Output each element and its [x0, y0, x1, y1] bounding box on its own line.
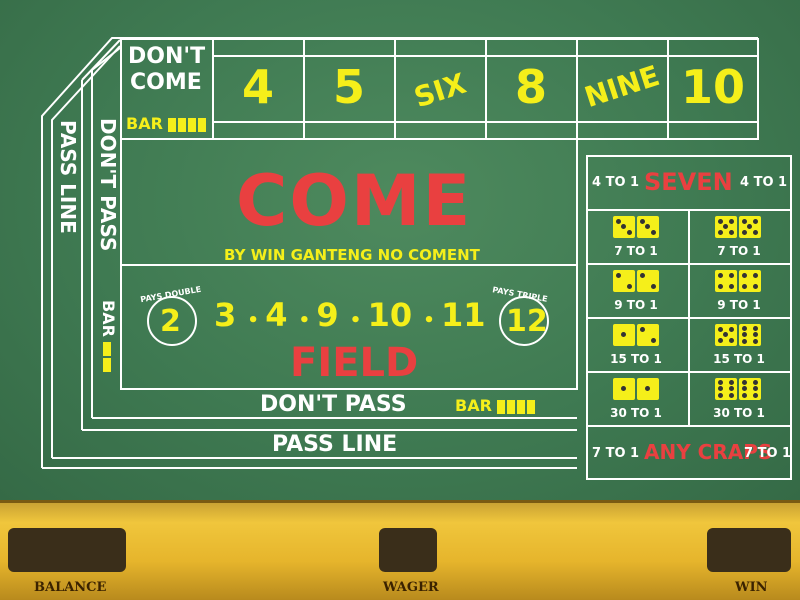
- die-icon: [637, 270, 659, 292]
- hard-4-odds: 9 TO 1: [614, 298, 658, 312]
- balance-label: BALANCE: [34, 580, 107, 595]
- hard-6-odds: 7 TO 1: [614, 244, 658, 258]
- die-icon: [613, 378, 635, 400]
- die-icon: [637, 378, 659, 400]
- boxcars-cell[interactable]: [714, 378, 762, 400]
- die-icon: [715, 270, 737, 292]
- hard-10-odds: 7 TO 1: [717, 244, 761, 258]
- die-icon: [613, 216, 635, 238]
- any-craps-odds-left: 7 TO 1: [592, 446, 640, 461]
- win-label: WIN: [735, 580, 768, 595]
- hard-4-cell[interactable]: [612, 270, 660, 292]
- die-icon: [613, 270, 635, 292]
- wager-display: [379, 528, 437, 572]
- aces-cell[interactable]: [612, 378, 660, 400]
- aces-odds: 30 TO 1: [610, 406, 662, 420]
- seven-label[interactable]: SEVEN: [644, 168, 733, 196]
- seven-odds-left: 4 TO 1: [592, 175, 640, 190]
- boxcars-odds: 30 TO 1: [713, 406, 765, 420]
- three-cell[interactable]: [612, 324, 660, 346]
- die-icon: [715, 216, 737, 238]
- die-icon: [715, 324, 737, 346]
- die-icon: [715, 378, 737, 400]
- craps-table-felt: DON'T COME BAR 4 5 SIX 8 NINE 10 PASS LI…: [0, 0, 800, 500]
- die-icon: [739, 378, 761, 400]
- seven-odds-right: 4 TO 1: [740, 175, 788, 190]
- any-craps-odds-right: 7 TO 1: [744, 446, 792, 461]
- eleven-cell[interactable]: [714, 324, 762, 346]
- hard-8-odds: 9 TO 1: [717, 298, 761, 312]
- balance-display: [8, 528, 126, 572]
- die-icon: [613, 324, 635, 346]
- eleven-odds: 15 TO 1: [713, 352, 765, 366]
- die-icon: [637, 216, 659, 238]
- win-display: [707, 528, 791, 572]
- die-icon: [739, 216, 761, 238]
- hard-10-cell[interactable]: [714, 216, 762, 238]
- wager-label: WAGER: [383, 580, 439, 595]
- die-icon: [637, 324, 659, 346]
- die-icon: [739, 270, 761, 292]
- three-odds: 15 TO 1: [610, 352, 662, 366]
- hard-8-cell[interactable]: [714, 270, 762, 292]
- hard-6-cell[interactable]: [612, 216, 660, 238]
- die-icon: [739, 324, 761, 346]
